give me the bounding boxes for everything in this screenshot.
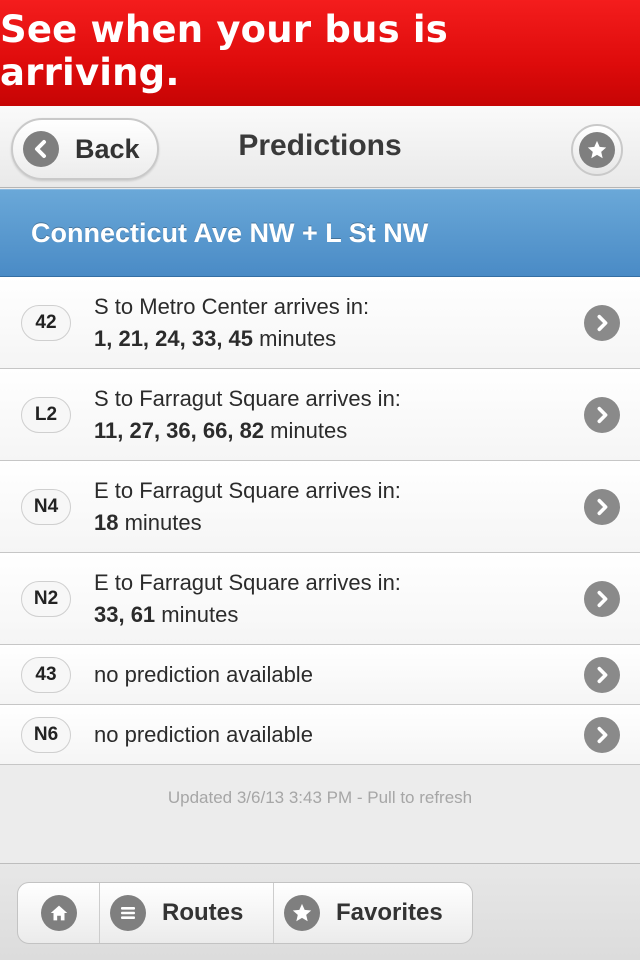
prediction-row[interactable]: 42 S to Metro Center arrives in: 1, 21, … — [0, 277, 640, 369]
home-button[interactable] — [18, 883, 100, 943]
chevron-right-icon[interactable] — [584, 489, 620, 525]
chevron-right-icon[interactable] — [584, 717, 620, 753]
back-button-label: Back — [75, 133, 140, 164]
prediction-direction: S to Metro Center arrives in: — [94, 294, 370, 319]
favorites-label: Favorites — [336, 899, 443, 926]
route-badge: L2 — [21, 397, 71, 433]
stop-name: Connecticut Ave NW + L St NW — [31, 217, 429, 248]
minutes-unit: minutes — [155, 602, 239, 627]
prediction-row[interactable]: L2 S to Farragut Square arrives in: 11, … — [0, 369, 640, 461]
arrival-minutes: 33, 61 — [94, 602, 156, 627]
chevron-right-icon[interactable] — [584, 305, 620, 341]
favorites-button[interactable]: Favorites — [274, 883, 472, 943]
list-icon — [110, 895, 146, 931]
prediction-times: 11, 27, 36, 66, 82 minutes — [94, 418, 347, 444]
footer-tab-group: Routes Favorites — [17, 882, 473, 944]
footer-toolbar: Routes Favorites — [0, 863, 640, 960]
refresh-status[interactable]: Updated 3/6/13 3:43 PM - Pull to refresh — [0, 788, 640, 808]
banner-text: See when your bus is arriving. — [0, 8, 448, 94]
prediction-row[interactable]: N6 no prediction available — [0, 705, 640, 765]
stop-header: Connecticut Ave NW + L St NW — [0, 189, 640, 277]
prediction-message: no prediction available — [94, 662, 313, 687]
prediction-times: 33, 61 minutes — [94, 602, 238, 628]
prediction-row[interactable]: 43 no prediction available — [0, 645, 640, 705]
promo-banner: See when your bus is arriving. — [0, 0, 640, 106]
prediction-times: 18 minutes — [94, 510, 202, 536]
routes-label: Routes — [162, 899, 244, 926]
prediction-message: no prediction available — [94, 722, 313, 747]
minutes-unit: minutes — [253, 326, 337, 351]
home-icon — [40, 895, 77, 931]
prediction-times: 1, 21, 24, 33, 45 minutes — [94, 326, 336, 352]
arrival-minutes: 18 — [94, 510, 119, 535]
prediction-direction: E to Farragut Square arrives in: — [94, 570, 401, 595]
route-badge: N4 — [21, 489, 71, 525]
minutes-unit: minutes — [118, 510, 202, 535]
route-badge: N2 — [21, 581, 71, 617]
nav-bar: Predictions Back — [0, 106, 640, 188]
chevron-right-icon[interactable] — [584, 397, 620, 433]
chevron-left-icon — [23, 131, 59, 167]
chevron-right-icon[interactable] — [584, 657, 620, 693]
prediction-row[interactable]: N2 E to Farragut Square arrives in: 33, … — [0, 553, 640, 645]
minutes-unit: minutes — [264, 418, 348, 443]
star-icon — [579, 132, 615, 168]
favorite-button[interactable] — [571, 124, 623, 176]
arrival-minutes: 1, 21, 24, 33, 45 — [94, 326, 254, 351]
route-badge: 43 — [21, 657, 71, 693]
predictions-list: 42 S to Metro Center arrives in: 1, 21, … — [0, 277, 640, 765]
route-badge: N6 — [21, 717, 71, 753]
star-icon — [284, 895, 320, 931]
prediction-direction: E to Farragut Square arrives in: — [94, 478, 401, 503]
route-badge: 42 — [21, 305, 71, 341]
back-button[interactable]: Back — [11, 118, 159, 180]
prediction-direction: S to Farragut Square arrives in: — [94, 386, 401, 411]
routes-button[interactable]: Routes — [100, 883, 274, 943]
prediction-row[interactable]: N4 E to Farragut Square arrives in: 18 m… — [0, 461, 640, 553]
arrival-minutes: 11, 27, 36, 66, 82 — [94, 418, 265, 443]
chevron-right-icon[interactable] — [584, 581, 620, 617]
